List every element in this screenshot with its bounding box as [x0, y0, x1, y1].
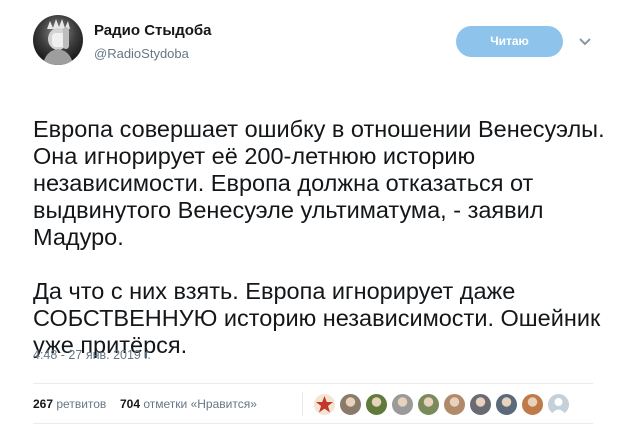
tweet-paragraph-1: Европа совершает ошибку в отношении Вене…	[33, 116, 605, 250]
tweet-header: Радио Стыдоба @RadioStydoba Читаю	[33, 15, 593, 67]
soviet-star-avatar-icon[interactable]	[313, 393, 336, 416]
retweets-label[interactable]: ретвитов	[56, 397, 106, 411]
default-avatar-icon[interactable]	[547, 393, 570, 416]
statue-of-liberty-facepalm-avatar-icon	[43, 19, 73, 65]
portrait-avatar-6-icon[interactable]	[495, 393, 518, 416]
account-name[interactable]: Радио Стыдоба	[94, 22, 212, 39]
account-avatar[interactable]	[33, 15, 83, 65]
portrait-avatar-4-icon[interactable]	[443, 393, 466, 416]
portrait-avatar-2-icon[interactable]	[391, 393, 414, 416]
chevron-down-icon[interactable]	[578, 37, 592, 47]
portrait-avatar-5-icon[interactable]	[469, 393, 492, 416]
portrait-avatar-7-icon[interactable]	[521, 393, 544, 416]
divider	[33, 383, 593, 384]
likes-count[interactable]: 704	[120, 397, 140, 411]
liker-avatars	[313, 393, 573, 417]
divider	[33, 423, 593, 424]
stats-separator	[302, 392, 303, 416]
portrait-avatar-1-icon[interactable]	[339, 393, 362, 416]
following-button[interactable]: Читаю	[456, 26, 563, 57]
portrait-avatar-3-icon[interactable]	[417, 393, 440, 416]
account-handle[interactable]: @RadioStydoba	[94, 46, 189, 61]
retweets-count[interactable]: 267	[33, 397, 53, 411]
tweet-text: Европа совершает ошибку в отношении Вене…	[33, 89, 608, 386]
tweet-timestamp[interactable]: 4:48 - 27 янв. 2019 г.	[33, 348, 151, 362]
cartoon-avatar-icon[interactable]	[365, 393, 388, 416]
likes-label[interactable]: отметки «Нравится»	[143, 397, 257, 411]
tweet-paragraph-2: Да что с них взять. Европа игнорирует да…	[33, 278, 601, 358]
tweet-stats: 267 ретвитов 704 отметки «Нравится»	[33, 397, 257, 411]
